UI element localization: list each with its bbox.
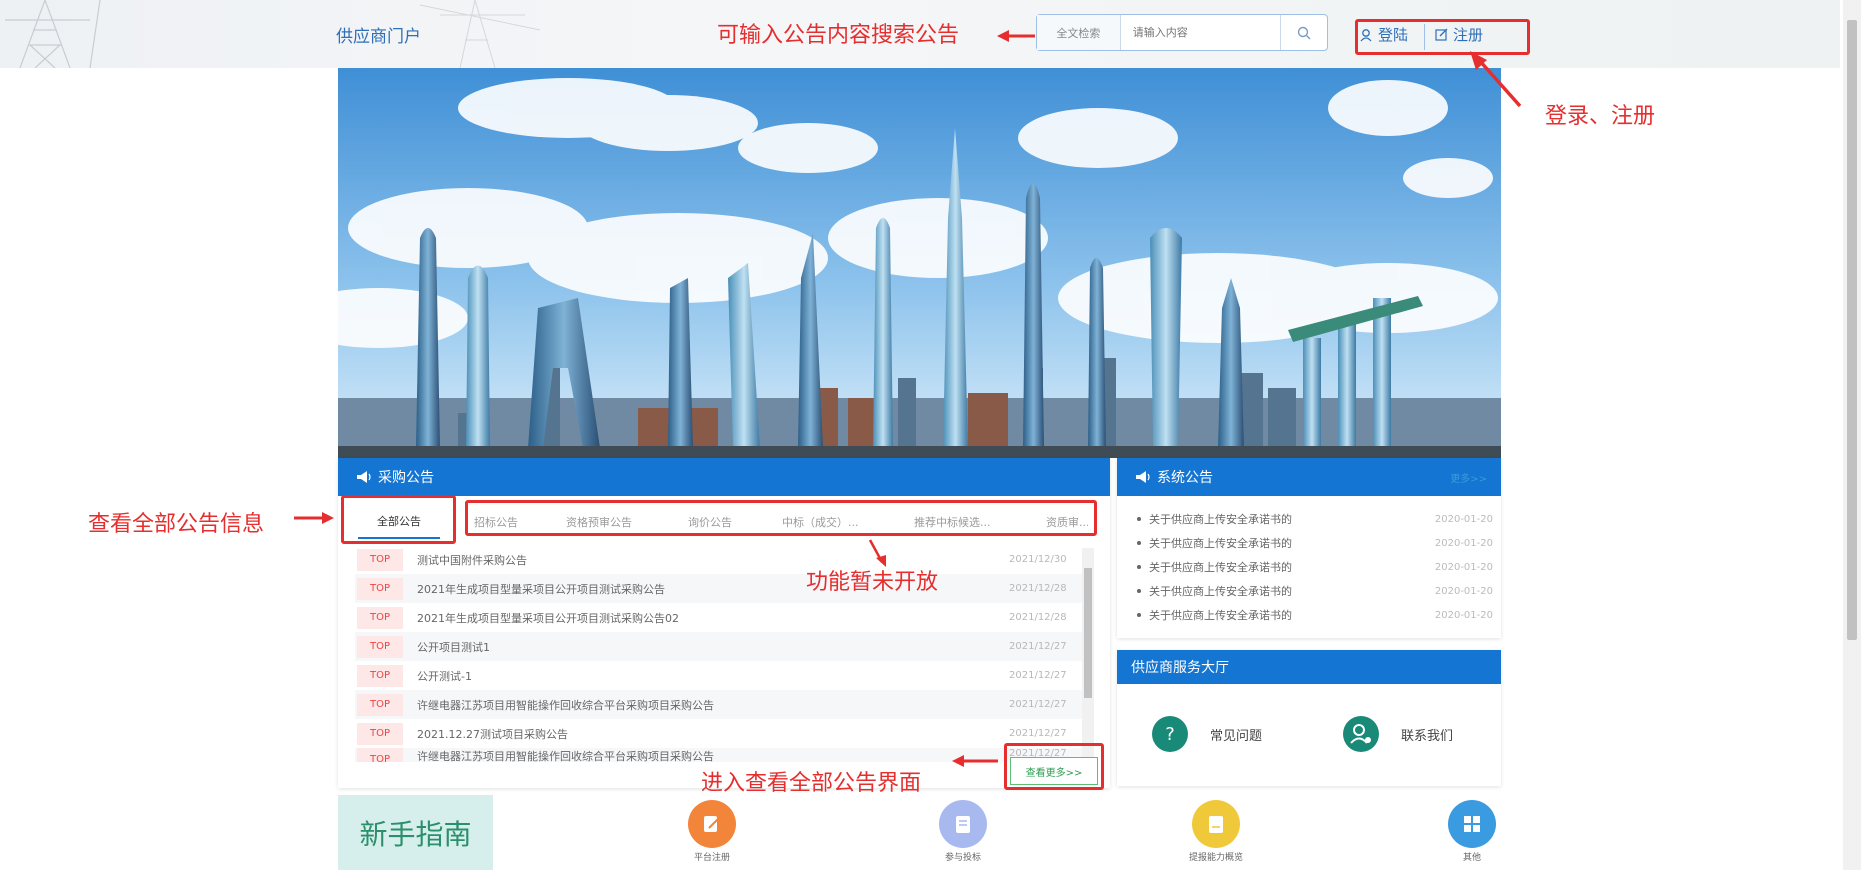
skyline-image — [338, 68, 1501, 458]
notice-date: 2020-01-20 — [1434, 561, 1493, 573]
search-input[interactable] — [1120, 15, 1280, 50]
table-row[interactable]: TOP 许继电器江苏项目用智能操作回收综合平台采购项目采购公告 2021/12/… — [355, 690, 1083, 719]
row-title: 2021.12.27测试项目采购公告 — [417, 727, 568, 741]
guide-item-capability[interactable]: 提报能力概览 — [1156, 800, 1276, 863]
arrow-icon — [294, 512, 334, 524]
guide-item-other[interactable]: 其他 — [1412, 800, 1532, 863]
list-item[interactable]: 关于供应商上传安全承诺书的 2020-01-20 — [1137, 531, 1493, 555]
power-pylon-icon — [5, 0, 101, 68]
system-notice-title: 系统公告 — [1157, 470, 1213, 486]
faq-link[interactable]: ? 常见问题 — [1152, 716, 1262, 752]
contact-label: 联系我们 — [1401, 728, 1454, 744]
top-badge: TOP — [357, 722, 403, 745]
row-date: 2021/12/27 — [1009, 699, 1067, 710]
login-annotation: 登录、注册 — [1545, 104, 1656, 129]
all-notices-annotation: 查看全部公告信息 — [88, 512, 265, 537]
faq-label: 常见问题 — [1210, 728, 1263, 744]
search-button[interactable] — [1279, 15, 1327, 50]
row-date: 2021/12/27 — [1009, 728, 1067, 739]
row-date: 2021/12/27 — [1009, 670, 1067, 681]
service-hall-header: 供应商服务大厅 — [1117, 650, 1501, 684]
arrow-icon — [1470, 51, 1522, 108]
search-icon — [1297, 26, 1311, 39]
row-title: 许继电器江苏项目用智能操作回收综合平台采购项目采购公告 — [417, 750, 714, 762]
notice-date: 2020-01-20 — [1434, 585, 1493, 597]
procurement-header: 采购公告 — [338, 458, 1110, 496]
edit-icon — [688, 800, 736, 848]
more-link[interactable]: 更多>> — [1450, 470, 1487, 485]
notice-title: 关于供应商上传安全承诺书的 — [1149, 609, 1292, 622]
guide-item-bid[interactable]: 参与投标 — [903, 800, 1023, 863]
contact-icon — [1343, 716, 1379, 752]
beginner-guide-title: 新手指南 — [338, 795, 493, 870]
arrow-icon — [997, 30, 1035, 42]
page-scrollbar[interactable] — [1843, 0, 1861, 870]
report-icon — [1192, 800, 1240, 848]
list-item[interactable]: 关于供应商上传安全承诺书的 2020-01-20 — [1137, 507, 1493, 531]
guide-label: 参与投标 — [944, 853, 981, 863]
table-row[interactable]: TOP 公开项目测试1 2021/12/27 — [355, 632, 1083, 661]
table-row[interactable]: TOP 2021年生成项目型量采项目公开项目测试采购公告 2021/12/28 — [355, 574, 1083, 603]
guide-item-register[interactable]: 平台注册 — [652, 800, 772, 863]
service-hall-title: 供应商服务大厅 — [1131, 660, 1229, 676]
row-date: 2021/12/28 — [1009, 612, 1067, 623]
grid-icon — [1448, 800, 1496, 848]
notice-date: 2020-01-20 — [1434, 513, 1493, 525]
contact-link[interactable]: 联系我们 — [1343, 716, 1453, 752]
system-notice-header: 系统公告 更多>> — [1117, 458, 1501, 496]
row-date: 2021/12/27 — [1009, 641, 1067, 652]
top-badge: TOP — [357, 577, 403, 600]
row-title: 公开测试-1 — [417, 669, 472, 683]
guide-label: 提报能力概览 — [1188, 853, 1243, 863]
search-annotation: 可输入公告内容搜索公告 — [717, 23, 960, 48]
guide-label: 平台注册 — [693, 853, 730, 863]
notice-title: 关于供应商上传安全承诺书的 — [1149, 537, 1292, 550]
portal-title[interactable]: 供应商门户 — [336, 22, 421, 47]
arrow-icon — [952, 755, 998, 767]
scrollbar-thumb[interactable] — [1847, 20, 1857, 640]
top-badge: TOP — [357, 606, 403, 629]
row-title: 公开项目测试1 — [417, 640, 490, 654]
table-row[interactable]: TOP 测试中国附件采购公告 2021/12/30 — [355, 545, 1083, 574]
city-skyline-banner — [338, 68, 1501, 458]
notice-title: 关于供应商上传安全承诺书的 — [1149, 585, 1292, 598]
guide-label: 其他 — [1462, 853, 1481, 863]
table-row[interactable]: TOP 2021年生成项目型量采项目公开项目测试采购公告02 2021/12/2… — [355, 603, 1083, 632]
top-badge: TOP — [357, 635, 403, 658]
scrollbar-thumb[interactable] — [1084, 568, 1092, 698]
all-notices-highlight — [341, 495, 456, 544]
megaphone-icon — [1136, 471, 1150, 483]
top-badge: TOP — [357, 748, 403, 762]
table-row[interactable]: TOP 2021.12.27测试项目采购公告 2021/12/27 — [355, 719, 1083, 748]
top-badge: TOP — [357, 548, 403, 571]
row-title: 许继电器江苏项目用智能操作回收综合平台采购项目采购公告 — [417, 698, 714, 712]
row-title: 2021年生成项目型量采项目公开项目测试采购公告02 — [417, 611, 679, 625]
row-date: 2021/12/30 — [1009, 554, 1067, 565]
search-bar: 全文检索 — [1036, 14, 1328, 51]
list-item[interactable]: 关于供应商上传安全承诺书的 2020-01-20 — [1137, 579, 1493, 603]
notice-title: 关于供应商上传安全承诺书的 — [1149, 561, 1292, 574]
notice-date: 2020-01-20 — [1434, 609, 1493, 621]
notice-date: 2020-01-20 — [1434, 537, 1493, 549]
list-item[interactable]: 关于供应商上传安全承诺书的 2020-01-20 — [1137, 603, 1493, 627]
row-date: 2021/12/28 — [1009, 583, 1067, 594]
question-icon: ? — [1152, 716, 1188, 752]
search-type-select[interactable]: 全文检索 — [1037, 15, 1121, 50]
document-icon — [939, 800, 987, 848]
not-open-annotation: 功能暂未开放 — [806, 570, 939, 595]
view-all-annotation: 进入查看全部公告界面 — [701, 771, 922, 796]
table-row[interactable]: TOP 公开测试-1 2021/12/27 — [355, 661, 1083, 690]
view-more-highlight — [1004, 743, 1104, 790]
svg-text:?: ? — [1165, 724, 1175, 745]
megaphone-icon — [357, 471, 371, 483]
top-badge: TOP — [357, 664, 403, 687]
tabs-highlight — [465, 500, 1097, 536]
procurement-title: 采购公告 — [378, 470, 434, 486]
power-pylon-icon — [420, 0, 540, 68]
top-badge: TOP — [357, 693, 403, 716]
list-scrollbar[interactable] — [1082, 548, 1094, 758]
notice-title: 关于供应商上传安全承诺书的 — [1149, 513, 1292, 526]
list-item[interactable]: 关于供应商上传安全承诺书的 2020-01-20 — [1137, 555, 1493, 579]
